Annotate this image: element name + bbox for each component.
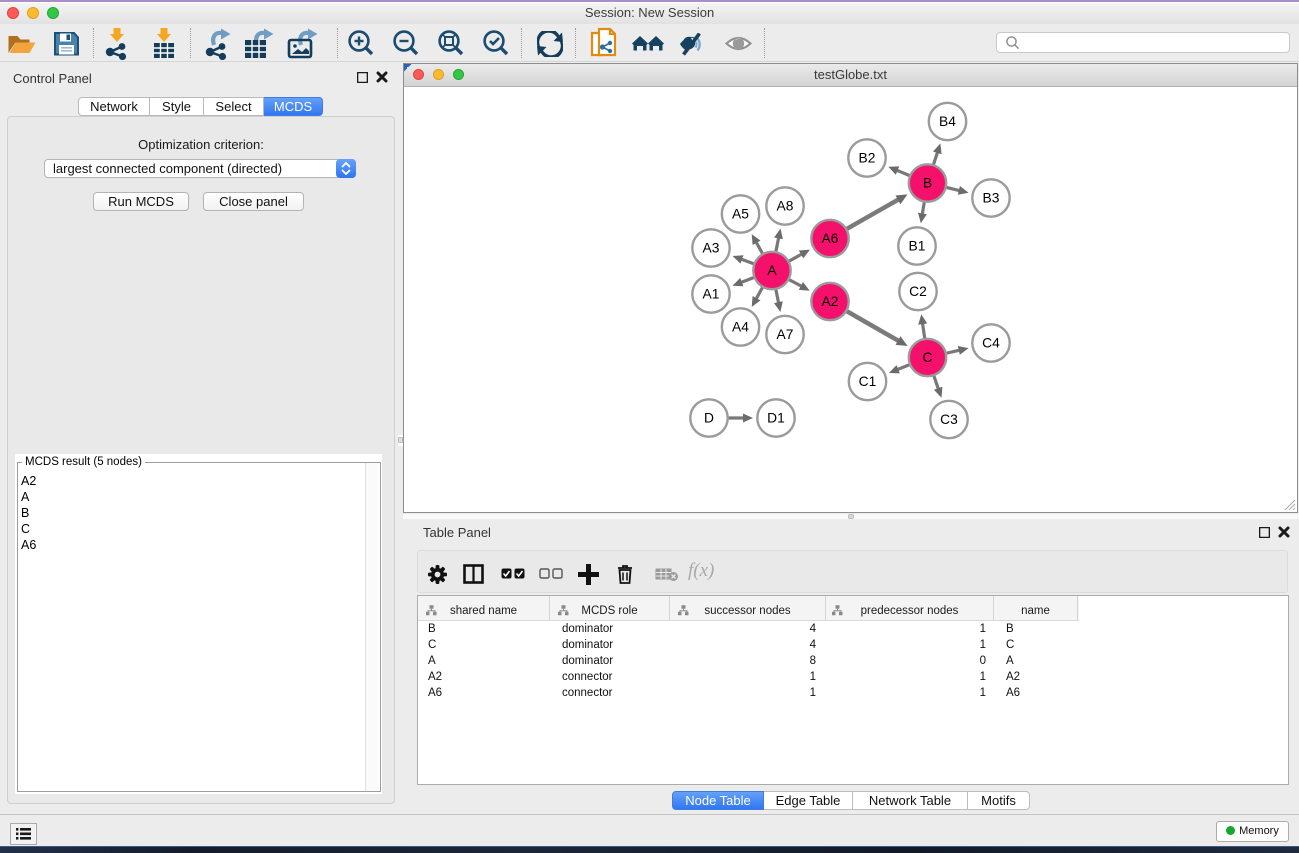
svg-text:B2: B2 (859, 151, 876, 166)
svg-text:D1: D1 (767, 411, 785, 426)
svg-text:C2: C2 (909, 284, 927, 299)
svg-text:B3: B3 (983, 191, 1000, 206)
svg-text:A7: A7 (777, 327, 794, 342)
svg-text:A2: A2 (822, 294, 839, 309)
svg-text:A5: A5 (732, 207, 749, 222)
svg-text:C4: C4 (982, 336, 1000, 351)
svg-text:C1: C1 (859, 374, 877, 389)
svg-text:A3: A3 (703, 241, 720, 256)
svg-text:A8: A8 (777, 199, 794, 214)
svg-text:B1: B1 (909, 239, 926, 254)
svg-text:B: B (923, 176, 932, 191)
svg-text:A: A (767, 263, 777, 278)
svg-text:A4: A4 (732, 320, 749, 335)
svg-text:B4: B4 (939, 114, 956, 129)
svg-text:C3: C3 (940, 412, 958, 427)
svg-text:C: C (923, 350, 933, 365)
svg-text:A6: A6 (822, 231, 839, 246)
svg-text:D: D (704, 411, 714, 426)
svg-text:A1: A1 (703, 287, 720, 302)
